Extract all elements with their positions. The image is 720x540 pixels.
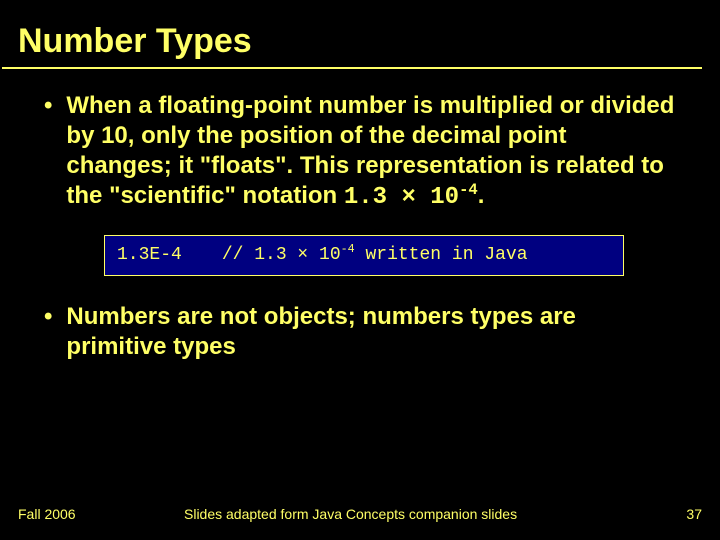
bullet-1-formula: 1.3 × 10-4 bbox=[344, 184, 478, 211]
bullet-dot: • bbox=[44, 302, 52, 362]
footer-left: Fall 2006 bbox=[18, 506, 168, 522]
bullet-1: • When a floating-point number is multip… bbox=[44, 91, 676, 213]
code-literal: 1.3E-4 bbox=[117, 244, 182, 267]
slide: Number Types • When a floating-point num… bbox=[0, 0, 720, 540]
bullet-2: • Numbers are not objects; numbers types… bbox=[44, 302, 676, 362]
footer-center: Slides adapted form Java Concepts compan… bbox=[168, 506, 642, 522]
footer-page-number: 37 bbox=[642, 506, 702, 522]
bullet-2-text: Numbers are not objects; numbers types a… bbox=[66, 302, 676, 362]
slide-content: • When a floating-point number is multip… bbox=[0, 69, 720, 362]
code-box: 1.3E-4 // 1.3 × 10-4 written in Java bbox=[104, 235, 624, 276]
formula-base: 1.3 × 10 bbox=[344, 184, 459, 211]
formula-exp: -4 bbox=[459, 181, 478, 199]
bullet-1-text: When a floating-point number is multipli… bbox=[66, 91, 676, 213]
footer: Fall 2006 Slides adapted form Java Conce… bbox=[0, 506, 720, 522]
bullet-1-suffix: . bbox=[478, 182, 485, 209]
slide-title: Number Types bbox=[0, 0, 720, 67]
code-comment-prefix: // 1.3 × 10 bbox=[222, 245, 341, 265]
code-comment: // 1.3 × 10-4 written in Java bbox=[222, 244, 528, 267]
bullet-dot: • bbox=[44, 91, 52, 213]
code-comment-suffix: written in Java bbox=[355, 245, 528, 265]
code-comment-exp: -4 bbox=[341, 242, 355, 256]
